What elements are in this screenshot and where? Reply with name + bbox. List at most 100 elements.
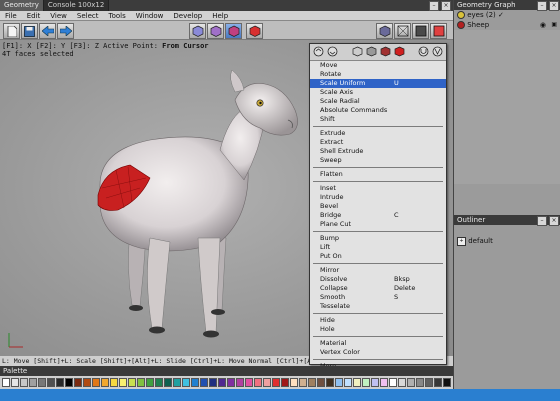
edge-mode-icon[interactable] bbox=[366, 46, 377, 57]
color-swatch[interactable] bbox=[119, 378, 127, 387]
menu-edit[interactable]: Edit bbox=[22, 11, 46, 20]
menu-item-tesselate[interactable]: Tesselate bbox=[310, 302, 446, 311]
new-document-button[interactable] bbox=[3, 23, 20, 39]
menu-item-hole[interactable]: Hole bbox=[310, 325, 446, 334]
object-mode-icon[interactable] bbox=[394, 46, 405, 57]
color-swatch[interactable] bbox=[290, 378, 298, 387]
menu-item-bridge[interactable]: Bridge C bbox=[310, 211, 446, 220]
menu-item-inset[interactable]: Inset bbox=[310, 184, 446, 193]
menu-item-collapse[interactable]: Collapse Delete bbox=[310, 284, 446, 293]
menu-item-rotate[interactable]: Rotate bbox=[310, 70, 446, 79]
menu-item-hide[interactable]: Hide bbox=[310, 316, 446, 325]
color-swatch[interactable] bbox=[191, 378, 199, 387]
sheep-model[interactable] bbox=[60, 70, 320, 350]
menu-item-bevel[interactable]: Bevel bbox=[310, 202, 446, 211]
menu-item-mirror[interactable]: Mirror bbox=[310, 266, 446, 275]
color-swatch[interactable] bbox=[20, 378, 28, 387]
color-swatch[interactable] bbox=[11, 378, 19, 387]
menu-item-sweep[interactable]: Sweep bbox=[310, 156, 446, 165]
graph-item-sheep[interactable]: Sheep ◉ ▣ bbox=[454, 20, 560, 30]
menu-item-vertex-color[interactable]: Vertex Color bbox=[310, 348, 446, 357]
color-swatch[interactable] bbox=[281, 378, 289, 387]
select-face-button[interactable] bbox=[225, 23, 242, 39]
select-edge-button[interactable] bbox=[207, 23, 224, 39]
color-swatch[interactable] bbox=[209, 378, 217, 387]
menu-item-extract[interactable]: Extract bbox=[310, 138, 446, 147]
material-button[interactable] bbox=[430, 23, 447, 39]
menu-tools[interactable]: Tools bbox=[104, 11, 131, 20]
menu-item-smooth[interactable]: Smooth S bbox=[310, 293, 446, 302]
tab-geometry[interactable]: Geometry bbox=[0, 0, 44, 11]
wireframe-button[interactable] bbox=[394, 23, 411, 39]
menu-develop[interactable]: Develop bbox=[168, 11, 207, 20]
menu-item-flatten[interactable]: Flatten bbox=[310, 170, 446, 179]
color-swatch[interactable] bbox=[74, 378, 82, 387]
color-swatch[interactable] bbox=[263, 378, 271, 387]
shade-button[interactable] bbox=[412, 23, 429, 39]
select-object-button[interactable] bbox=[246, 23, 263, 39]
color-swatch[interactable] bbox=[65, 378, 73, 387]
menu-item-scale-uniform[interactable]: Scale Uniform U bbox=[310, 79, 446, 88]
color-swatch[interactable] bbox=[245, 378, 253, 387]
menu-item-intrude[interactable]: Intrude bbox=[310, 193, 446, 202]
color-swatch[interactable] bbox=[2, 378, 10, 387]
color-swatch[interactable] bbox=[92, 378, 100, 387]
color-swatch[interactable] bbox=[56, 378, 64, 387]
menu-window[interactable]: Window bbox=[131, 11, 169, 20]
visibility-eye-icon[interactable]: ◉ bbox=[540, 20, 546, 30]
color-swatch[interactable] bbox=[425, 378, 433, 387]
snap-icon[interactable] bbox=[432, 46, 443, 57]
menu-item-lift[interactable]: Lift bbox=[310, 243, 446, 252]
color-swatch[interactable] bbox=[146, 378, 154, 387]
color-swatch[interactable] bbox=[308, 378, 316, 387]
color-swatch[interactable] bbox=[407, 378, 415, 387]
color-swatch[interactable] bbox=[443, 378, 451, 387]
select-vertex-button[interactable] bbox=[189, 23, 206, 39]
color-swatch[interactable] bbox=[227, 378, 235, 387]
menu-item-shift[interactable]: Shift bbox=[310, 115, 446, 124]
minimize-button[interactable]: – bbox=[429, 1, 439, 11]
color-swatch[interactable] bbox=[83, 378, 91, 387]
color-swatch[interactable] bbox=[38, 378, 46, 387]
menu-item-bump[interactable]: Bump bbox=[310, 234, 446, 243]
color-swatch[interactable] bbox=[398, 378, 406, 387]
color-swatch[interactable] bbox=[137, 378, 145, 387]
menu-item-material[interactable]: Material bbox=[310, 339, 446, 348]
color-swatch[interactable] bbox=[218, 378, 226, 387]
color-swatch[interactable] bbox=[272, 378, 280, 387]
menu-select[interactable]: Select bbox=[72, 11, 104, 20]
color-swatch[interactable] bbox=[317, 378, 325, 387]
color-swatch[interactable] bbox=[101, 378, 109, 387]
cycle-back-icon[interactable] bbox=[327, 46, 338, 57]
menu-item-dissolve[interactable]: Dissolve Bksp bbox=[310, 275, 446, 284]
color-swatch[interactable] bbox=[416, 378, 424, 387]
outliner-item-default[interactable]: + default bbox=[454, 236, 560, 246]
menu-item-shell-extrude[interactable]: Shell Extrude bbox=[310, 147, 446, 156]
menu-item-scale-radial[interactable]: Scale Radial bbox=[310, 97, 446, 106]
color-swatch[interactable] bbox=[335, 378, 343, 387]
color-swatch[interactable] bbox=[434, 378, 442, 387]
menu-item-move[interactable]: Move bbox=[310, 61, 446, 70]
color-swatch[interactable] bbox=[164, 378, 172, 387]
menu-view[interactable]: View bbox=[45, 11, 72, 20]
color-swatch[interactable] bbox=[254, 378, 262, 387]
outliner-close-button[interactable]: × bbox=[549, 216, 559, 226]
outliner-minimize-button[interactable]: – bbox=[537, 216, 547, 226]
view-cube-button[interactable] bbox=[376, 23, 393, 39]
forward-button[interactable] bbox=[57, 23, 74, 39]
color-swatch[interactable] bbox=[173, 378, 181, 387]
back-button[interactable] bbox=[39, 23, 56, 39]
color-swatch[interactable] bbox=[326, 378, 334, 387]
color-swatch[interactable] bbox=[353, 378, 361, 387]
color-swatch[interactable] bbox=[371, 378, 379, 387]
color-swatch[interactable] bbox=[47, 378, 55, 387]
color-swatch[interactable] bbox=[29, 378, 37, 387]
menu-item-extrude[interactable]: Extrude bbox=[310, 129, 446, 138]
magnet-icon[interactable] bbox=[418, 46, 429, 57]
graph-item-eyes[interactable]: eyes (2) ✓ bbox=[454, 10, 560, 20]
color-swatch[interactable] bbox=[299, 378, 307, 387]
menu-item-scale-axis[interactable]: Scale Axis bbox=[310, 88, 446, 97]
menu-file[interactable]: File bbox=[0, 11, 22, 20]
save-button[interactable] bbox=[21, 23, 38, 39]
color-swatch[interactable] bbox=[182, 378, 190, 387]
